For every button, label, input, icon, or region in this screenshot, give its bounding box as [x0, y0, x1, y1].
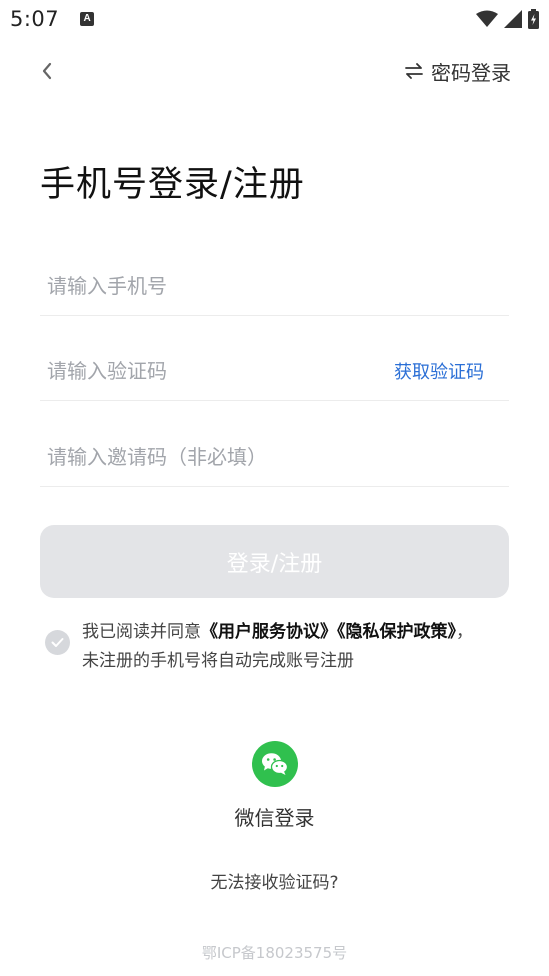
wechat-icon — [262, 753, 289, 775]
phone-input[interactable] — [40, 265, 509, 306]
signal-icon — [504, 10, 522, 28]
phone-field-row — [40, 256, 509, 316]
wifi-icon — [476, 10, 498, 27]
login-register-button[interactable]: 登录/注册 — [40, 525, 509, 598]
invite-field-row — [40, 427, 509, 487]
verification-code-input[interactable] — [40, 350, 394, 391]
agreement-row: 我已阅读并同意《用户服务协议》《隐私保护政策》，未注册的手机号将自动完成账号注册 — [45, 618, 485, 676]
agreement-checkbox[interactable] — [45, 630, 70, 655]
invite-code-input[interactable] — [40, 436, 509, 477]
status-icons — [476, 9, 539, 29]
cant-receive-code-link[interactable]: 无法接收验证码? — [0, 868, 549, 893]
password-login-label: 密码登录 — [431, 60, 511, 85]
battery-icon — [528, 9, 539, 29]
swap-icon — [405, 63, 423, 79]
check-icon — [51, 638, 64, 647]
back-button[interactable] — [32, 56, 62, 86]
user-agreement-link[interactable]: 《用户服务协议》 — [201, 622, 337, 642]
password-login-switch[interactable]: 密码登录 — [405, 56, 511, 86]
get-code-button[interactable]: 获取验证码 — [394, 358, 484, 384]
icp-footer: 鄂ICP备18023575号 — [201, 944, 348, 962]
code-field-row: 获取验证码 — [40, 341, 509, 401]
agreement-text: 我已阅读并同意《用户服务协议》《隐私保护政策》，未注册的手机号将自动完成账号注册 — [82, 618, 485, 676]
top-nav: 密码登录 — [0, 50, 549, 92]
wechat-login-label[interactable]: 微信登录 — [0, 802, 549, 831]
login-screen: 5:07 A 密码登录 手机号登录/注册 请输入手机号 请输入验证码 获取验证码… — [0, 0, 549, 976]
wechat-login-button[interactable] — [252, 741, 298, 787]
chevron-left-icon — [42, 62, 52, 80]
privacy-policy-link[interactable]: 《隐私保护政策》 — [337, 622, 456, 642]
status-time: 5:07 — [10, 7, 60, 31]
agreement-prefix: 我已阅读并同意 — [82, 622, 201, 642]
notification-icon: A — [80, 12, 95, 26]
page-title: 手机号登录/注册 — [40, 165, 305, 205]
status-bar: 5:07 A — [0, 0, 549, 38]
